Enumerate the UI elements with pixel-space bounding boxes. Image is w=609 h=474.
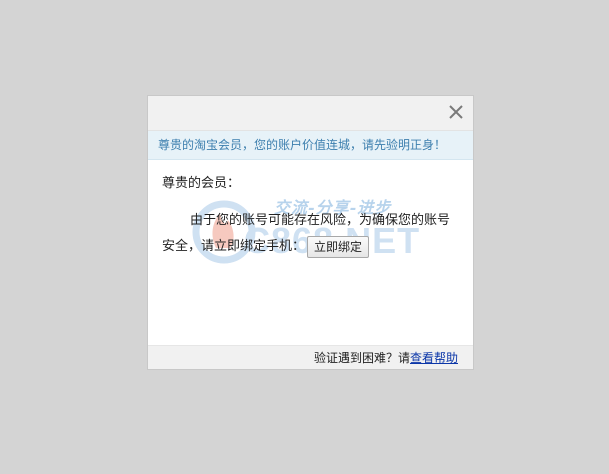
dialog-footer: 验证遇到困难？请查看帮助 bbox=[148, 345, 473, 369]
risk-message: 由于您的账号可能存在风险，为确保您的账号安全，请立即绑定手机： 立即绑定 bbox=[162, 208, 462, 260]
verification-dialog: 尊贵的淘宝会员，您的账户价值连城，请先验明正身！ 交流-分享-进步 C868.N… bbox=[148, 96, 473, 369]
notice-banner: 尊贵的淘宝会员，您的账户价值连城，请先验明正身！ bbox=[148, 131, 473, 160]
dialog-content: 交流-分享-进步 C868.NET 尊贵的会员： 由于您的账号可能存在风险，为确… bbox=[148, 160, 473, 344]
greeting-text: 尊贵的会员： bbox=[162, 176, 241, 191]
dialog-titlebar bbox=[148, 96, 473, 131]
risk-message-text: 由于您的账号可能存在风险，为确保您的账号安全，请立即绑定手机： bbox=[162, 213, 451, 254]
bind-phone-button[interactable]: 立即绑定 bbox=[307, 235, 370, 258]
footer-prefix: 验证遇到困难？请 bbox=[313, 351, 410, 365]
close-icon[interactable] bbox=[448, 104, 464, 120]
help-link[interactable]: 查看帮助 bbox=[410, 351, 458, 365]
